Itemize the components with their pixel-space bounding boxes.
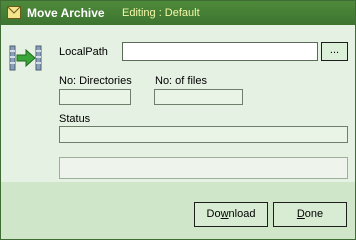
browse-button[interactable]: ... [321,42,348,61]
download-button[interactable]: Download [194,202,268,227]
directories-count-field [59,89,131,105]
progress-bar [59,157,348,179]
move-archive-window: Move Archive Editing : Default LocalPath… [0,0,356,240]
done-accelerator: D [296,208,305,220]
download-label-start: Do [206,208,221,220]
download-label-end: nload [228,208,256,220]
archive-arrow-icon [9,45,42,71]
done-label-end: one [304,208,324,220]
directories-label: No: Directories [59,75,132,87]
status-label: Status [59,113,91,125]
window-subtitle: Editing : Default [122,7,200,19]
title-bar[interactable]: Move Archive Editing : Default [1,1,355,25]
button-bar: Download Done [1,182,355,239]
status-field [59,126,348,143]
window-title: Move Archive [27,6,105,20]
download-accelerator: w [220,208,229,220]
files-count-field [154,89,243,105]
files-label: No: of files [155,75,207,87]
content-area: LocalPath ... No: Directories No: of fil… [1,25,355,182]
mail-envelope-icon [7,6,21,19]
local-path-label: LocalPath [59,46,108,58]
local-path-input[interactable] [122,42,318,61]
done-button[interactable]: Done [273,202,347,227]
